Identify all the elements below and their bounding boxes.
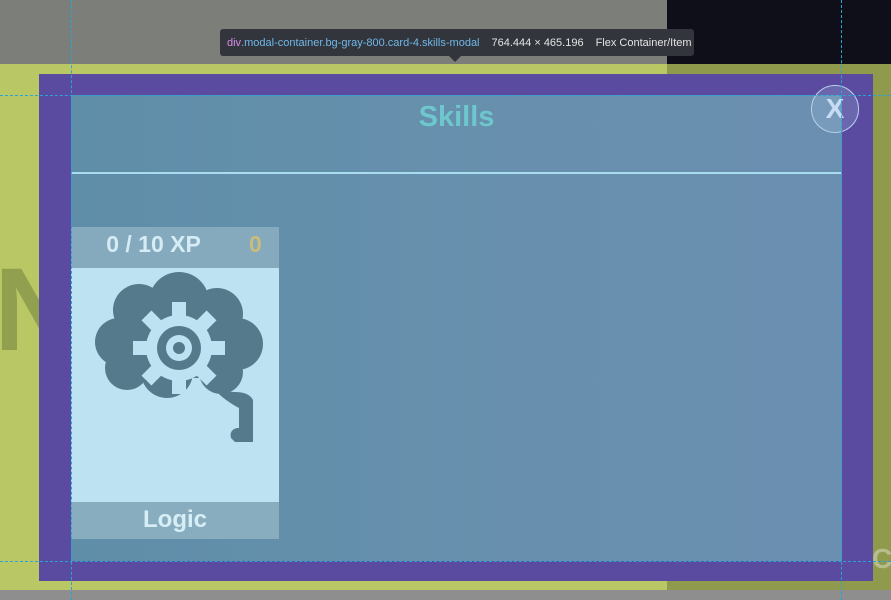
devtools-element-tag: div bbox=[227, 36, 242, 49]
brain-gear-icon bbox=[95, 272, 263, 442]
skill-level: 0 bbox=[249, 231, 262, 257]
devtools-layout-type: Flex Container/Item bbox=[595, 36, 692, 49]
skill-xp: 0 / 10 XP bbox=[106, 231, 201, 257]
skill-card-footer: Logic bbox=[71, 502, 279, 539]
page-bottom-bar bbox=[0, 590, 891, 600]
skill-card-header: 0 / 10 XP 0 bbox=[71, 227, 279, 268]
background-ghost-c: C bbox=[872, 543, 891, 574]
devtools-inspect-tooltip: div .modal-container.bg-gray-800.card-4.s… bbox=[220, 29, 694, 62]
modal-title: Skills bbox=[418, 101, 495, 133]
modal-divider bbox=[71, 172, 842, 174]
skill-card-logic[interactable]: 0 / 10 XP 0 Logic bbox=[71, 227, 279, 539]
devtools-tooltip-arrow bbox=[449, 56, 461, 62]
close-modal-button[interactable]: X bbox=[811, 85, 859, 133]
skill-image bbox=[71, 268, 279, 502]
devtools-element-classes: .modal-container.bg-gray-800.card-4.skil… bbox=[241, 36, 480, 49]
skill-name: Logic bbox=[143, 506, 207, 533]
devtools-dimensions: 764.444 × 465.196 bbox=[491, 36, 584, 49]
